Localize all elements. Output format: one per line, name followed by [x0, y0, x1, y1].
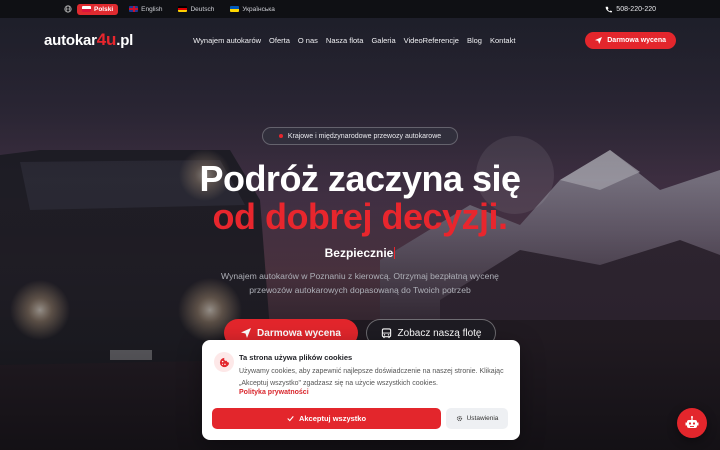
bus-icon — [381, 327, 391, 338]
language-label: Українська — [242, 5, 275, 13]
hero-description: Wynajem autokarów w Poznaniu z kierowcą.… — [221, 271, 499, 295]
hero-typed-text: Bezpiecznie — [0, 246, 720, 260]
privacy-policy-link[interactable]: Polityka prywatności — [239, 389, 309, 396]
uk-flag-icon — [129, 6, 139, 12]
language-label: Deutsch — [190, 5, 215, 13]
language-polski[interactable]: Polski — [77, 3, 119, 15]
typed-word: Bezpiecznie — [324, 246, 394, 260]
cookie-settings-button[interactable]: Ustawienia — [446, 408, 508, 429]
phone-number: 508-220-220 — [616, 5, 656, 13]
hero-title-line2: od dobrej decyzji. — [212, 196, 508, 237]
robot-icon — [685, 416, 699, 428]
cookie-icon — [214, 352, 234, 372]
settings-label: Ustawienia — [466, 415, 499, 422]
send-icon — [595, 36, 603, 44]
logo-accent: 4u — [96, 30, 117, 49]
chat-robot-button[interactable] — [677, 408, 707, 438]
badge-dot-icon — [278, 134, 283, 138]
main-navigation: autokar4u.pl Wynajem autokarów Oferta O … — [0, 18, 720, 62]
site-logo[interactable]: autokar4u.pl — [44, 30, 133, 50]
nav-link-blog[interactable]: Blog — [467, 36, 482, 45]
ukraine-flag-icon — [230, 6, 240, 12]
language-label: Polski — [94, 5, 114, 13]
hero-title-line1: Podróż zaczyna się — [199, 158, 521, 199]
language-deutsch[interactable]: Deutsch — [173, 4, 219, 15]
cookie-title: Ta strona używa plików cookies — [239, 353, 353, 362]
phone-link[interactable]: 508-220-220 — [605, 6, 656, 13]
phone-icon — [605, 6, 613, 12]
hero-badge: Krajowe i międzynarodowe przewozy autoka… — [262, 127, 458, 145]
nav-link-o-nas[interactable]: O nas — [298, 36, 318, 45]
typing-caret — [394, 247, 396, 259]
language-label: English — [141, 5, 163, 13]
globe-icon — [64, 5, 72, 13]
nav-quote-button[interactable]: Darmowa wycena — [585, 31, 676, 49]
nav-link-galeria[interactable]: Galeria — [371, 36, 395, 45]
nav-link-kontakt[interactable]: Kontakt — [490, 36, 515, 45]
nav-link-videoreferencje[interactable]: VideoReferencje — [404, 36, 459, 45]
nav-cta-label: Darmowa wycena — [607, 36, 666, 44]
accept-label: Akceptuj wszystko — [298, 414, 367, 423]
check-icon — [287, 416, 294, 422]
poland-flag-icon — [82, 6, 91, 12]
primary-button-label: Darmowa wycena — [257, 327, 341, 339]
nav-link-oferta[interactable]: Oferta — [269, 36, 290, 45]
nav-link-flota[interactable]: Nasza flota — [326, 36, 364, 45]
nav-links: Wynajem autokarów Oferta O nas Nasza flo… — [193, 36, 515, 45]
send-icon — [241, 328, 252, 338]
secondary-button-label: Zobacz naszą flotę — [397, 327, 482, 339]
logo-suffix: .pl — [116, 32, 134, 49]
top-bar: Polski English Deutsch Українська 508-22… — [0, 0, 720, 18]
germany-flag-icon — [178, 6, 188, 12]
logo-text: autokar — [44, 32, 97, 49]
language-ukrainian[interactable]: Українська — [225, 4, 280, 15]
badge-text: Krajowe i międzynarodowe przewozy autoka… — [287, 132, 442, 140]
cookie-banner: Ta strona używa plików cookies Używamy c… — [202, 340, 520, 440]
gear-icon — [456, 415, 462, 422]
language-english[interactable]: English — [124, 4, 167, 15]
cookie-text: Używamy cookies, aby zapewnić najlepsze … — [239, 368, 504, 387]
accept-all-button[interactable]: Akceptuj wszystko — [212, 408, 441, 429]
nav-link-wynajem[interactable]: Wynajem autokarów — [193, 36, 261, 45]
